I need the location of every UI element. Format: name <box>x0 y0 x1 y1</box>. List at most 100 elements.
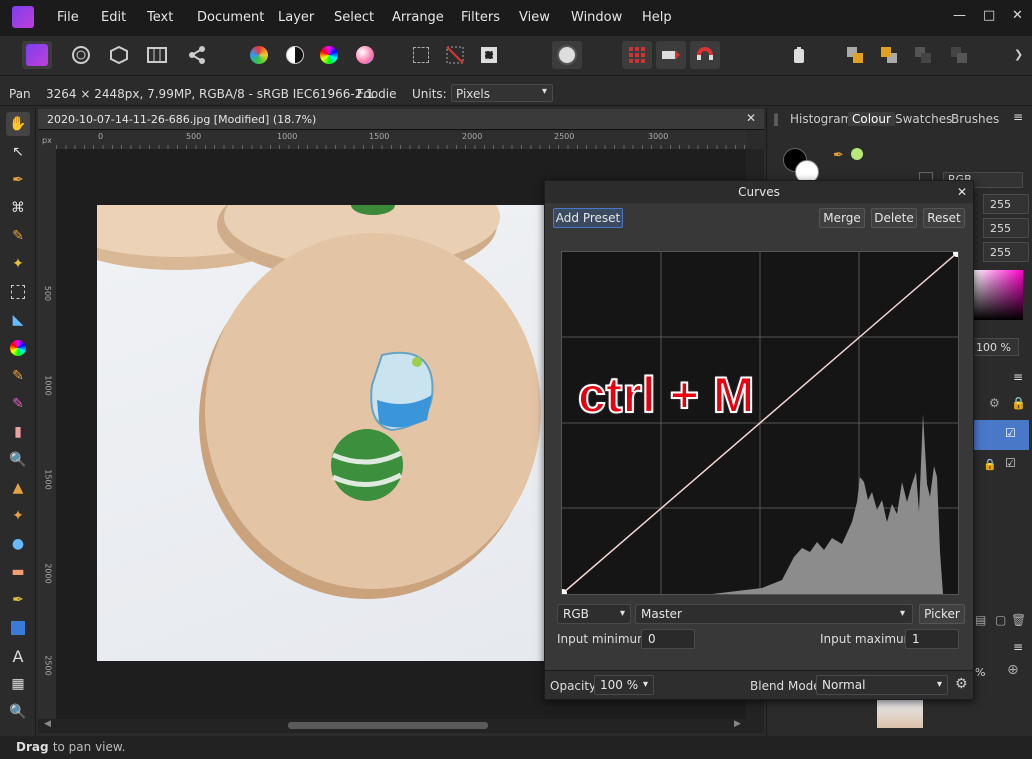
reset-button[interactable]: Reset <box>923 208 965 228</box>
channel-g-field[interactable]: 255 <box>983 218 1029 238</box>
tab-colour[interactable]: Colour <box>848 112 895 126</box>
navigator-thumbnail[interactable] <box>877 700 923 728</box>
deselect-button[interactable] <box>440 41 470 69</box>
opacity-field[interactable]: 100 % <box>973 338 1019 356</box>
affinity-photo-logo[interactable] <box>12 6 34 28</box>
photo-persona-button[interactable] <box>22 41 52 69</box>
auto-contrast-button[interactable] <box>280 41 310 69</box>
layer-visible-checkbox[interactable]: ☑ <box>1005 456 1016 470</box>
flood-select-tool-icon[interactable]: ✦ <box>6 252 30 276</box>
colour-spectrum[interactable] <box>973 270 1023 320</box>
rectangle-tool-icon[interactable] <box>6 616 30 640</box>
close-dialog-icon[interactable]: ✕ <box>957 181 967 203</box>
text-tool-icon[interactable]: A <box>6 644 30 668</box>
blur-brush-tool-icon[interactable]: ● <box>6 532 30 556</box>
mesh-warp-tool-icon[interactable]: ▦ <box>6 672 30 696</box>
channel-r-field[interactable]: 255 <box>983 194 1029 214</box>
horizontal-scrollbar[interactable]: ◀ ▶ <box>38 719 764 733</box>
scroll-right-icon[interactable]: ▶ <box>734 719 741 729</box>
dodge-brush-tool-icon[interactable]: 🔍 <box>6 448 30 472</box>
snapping-grid-button[interactable] <box>622 41 652 69</box>
scrollbar-thumb[interactable] <box>288 722 488 729</box>
picked-colour-swatch[interactable] <box>851 148 863 160</box>
menu-document[interactable]: Document <box>197 10 264 25</box>
zoom-in-icon[interactable]: ⊕ <box>1007 662 1019 678</box>
snapping-button[interactable] <box>690 41 720 69</box>
curves-title-bar[interactable]: Curves ✕ <box>545 181 973 203</box>
menu-view[interactable]: View <box>519 10 550 25</box>
auto-levels-button[interactable] <box>244 41 274 69</box>
gradient-tool-icon[interactable] <box>6 336 30 360</box>
tab-brushes[interactable]: Brushes <box>951 112 999 126</box>
layers-bottom-icon[interactable]: ▤ <box>975 613 986 627</box>
document-photo[interactable] <box>97 205 546 661</box>
delete-layer-icon[interactable]: 🗑 <box>1011 613 1026 627</box>
layer-visible-checkbox[interactable]: ☑ <box>1005 426 1016 440</box>
curves-graph[interactable]: ctrl + M <box>559 249 961 597</box>
auto-colours-button[interactable] <box>314 41 344 69</box>
input-maximum-field[interactable]: 1 <box>905 629 959 649</box>
document-tab[interactable]: 2020-10-07-14-11-26-686.jpg [Modified] (… <box>38 109 764 130</box>
layer-row-selected[interactable]: ☑ <box>973 420 1029 450</box>
view-tool-hand-icon[interactable]: ✋ <box>6 112 30 136</box>
close-window-icon[interactable]: ✕ <box>1012 8 1023 23</box>
flood-fill-tool-icon[interactable]: ◣ <box>6 308 30 332</box>
add-layer-icon[interactable]: ▢ <box>995 613 1006 627</box>
develop-persona-button[interactable] <box>104 41 134 69</box>
erase-brush-tool-icon[interactable]: ▮ <box>6 420 30 444</box>
close-document-icon[interactable]: ✕ <box>746 111 756 125</box>
eyedropper-icon[interactable]: ✒ <box>833 148 844 163</box>
channel-b-field[interactable]: 255 <box>983 242 1029 262</box>
arrange-front-button[interactable] <box>874 41 904 69</box>
panel-menu-icon[interactable]: ≡ <box>1013 110 1023 124</box>
tone-mapping-persona-button[interactable] <box>142 41 172 69</box>
paint-brush-tool-icon[interactable]: ✎ <box>6 364 30 388</box>
delete-button[interactable]: Delete <box>871 208 917 228</box>
menu-text[interactable]: Text <box>147 10 173 25</box>
navigator-menu-icon[interactable]: ≡ <box>1013 640 1023 654</box>
menu-select[interactable]: Select <box>334 10 374 25</box>
layer-lock-icon[interactable]: 🔒 <box>983 458 997 471</box>
selection-mode-button[interactable] <box>406 41 436 69</box>
units-dropdown[interactable]: Pixels ▾ <box>451 84 553 102</box>
picker-button[interactable]: Picker <box>919 604 965 624</box>
menu-edit[interactable]: Edit <box>101 10 126 25</box>
healing-brush-tool-icon[interactable]: ✦ <box>6 504 30 528</box>
menu-help[interactable]: Help <box>642 10 672 25</box>
blend-options-gear-icon[interactable]: ⚙ <box>955 676 968 692</box>
clone-brush-tool-icon[interactable]: ▲ <box>6 476 30 500</box>
tab-histogram[interactable]: Histogram <box>790 112 852 126</box>
quick-mask-button[interactable] <box>552 41 582 69</box>
opacity-dropdown[interactable]: 100 % ▾ <box>594 675 654 695</box>
minimize-icon[interactable]: — <box>953 8 966 23</box>
marquee-tool-icon[interactable] <box>6 280 30 304</box>
move-tool-arrow-icon[interactable]: ↖ <box>6 140 30 164</box>
liquify-persona-button[interactable] <box>66 41 96 69</box>
maximize-icon[interactable]: □ <box>983 8 995 23</box>
layers-menu-icon[interactable]: ≡ <box>1013 370 1023 384</box>
menu-window[interactable]: Window <box>571 10 622 25</box>
assistant-button[interactable] <box>784 41 814 69</box>
add-preset-button[interactable]: Add Preset <box>553 208 623 228</box>
menu-file[interactable]: File <box>57 10 79 25</box>
pen-tool-icon[interactable]: ✒ <box>6 588 30 612</box>
smudge-brush-tool-icon[interactable]: ▬ <box>6 560 30 584</box>
scroll-left-icon[interactable]: ◀ <box>44 719 51 729</box>
input-minimum-field[interactable]: 0 <box>641 629 695 649</box>
blend-mode-dropdown[interactable]: Normal ▾ <box>816 675 948 695</box>
layer-lock-icon[interactable]: 🔒 <box>1011 396 1026 410</box>
mode-dropdown[interactable]: Master ▾ <box>635 604 913 624</box>
toolbar-overflow-icon[interactable]: ❯ <box>1014 48 1023 61</box>
layer-settings-icon[interactable]: ⚙ <box>989 396 1000 410</box>
channel-dropdown[interactable]: RGB ▾ <box>557 604 631 624</box>
tab-swatches[interactable]: Swatches <box>895 112 952 126</box>
layer-row[interactable]: 🔒 ☑ <box>973 454 1029 478</box>
colour-picker-tool-icon[interactable]: ✒ <box>6 168 30 192</box>
invert-selection-button[interactable] <box>474 41 504 69</box>
selection-brush-tool-icon[interactable]: ✎ <box>6 224 30 248</box>
arrange-back-button[interactable] <box>840 41 870 69</box>
menu-arrange[interactable]: Arrange <box>392 10 444 25</box>
merge-button[interactable]: Merge <box>819 208 865 228</box>
menu-layer[interactable]: Layer <box>278 10 314 25</box>
force-pixel-alignment-button[interactable] <box>656 41 686 69</box>
